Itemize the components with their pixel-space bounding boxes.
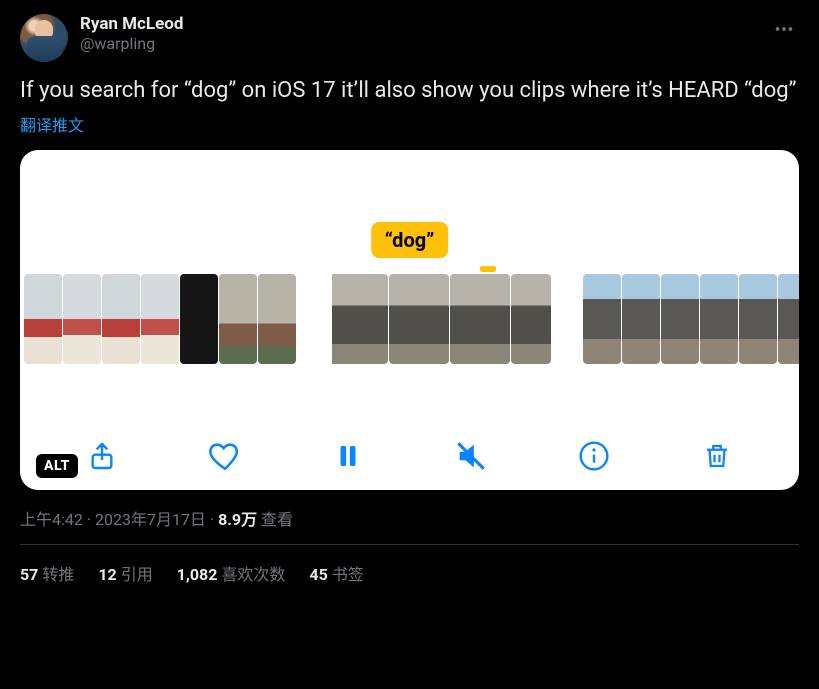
- mute-icon: [454, 439, 488, 473]
- timeline-frame: [219, 274, 257, 364]
- tweet-text: If you search for “dog” on iOS 17 it’ll …: [20, 76, 799, 106]
- stat-quotes[interactable]: 12引用: [98, 561, 152, 585]
- clip-strip[interactable]: [328, 274, 551, 366]
- author-block[interactable]: Ryan McLeod @warpling: [80, 14, 183, 53]
- timestamp: 上午4:42: [20, 510, 83, 529]
- more-icon: [773, 18, 795, 40]
- views-count: 8.9万: [218, 510, 257, 529]
- clip-strip[interactable]: [583, 274, 799, 366]
- avatar[interactable]: [20, 14, 68, 62]
- timeline-frame: [63, 274, 101, 364]
- mute-button[interactable]: [451, 436, 491, 476]
- date: 2023年7月17日: [95, 510, 206, 529]
- tweet-meta[interactable]: 上午4:42 · 2023年7月17日 · 8.9万 查看: [20, 506, 799, 530]
- share-button[interactable]: [82, 436, 122, 476]
- clip-strip[interactable]: [24, 274, 296, 366]
- info-button[interactable]: [574, 436, 614, 476]
- timeline-frame: [661, 274, 699, 364]
- timeline-frame: [258, 274, 296, 364]
- heart-icon: [208, 439, 242, 473]
- more-button[interactable]: [769, 14, 799, 44]
- pause-button[interactable]: [328, 436, 368, 476]
- views-label: 查看: [257, 510, 293, 529]
- translate-link[interactable]: 翻译推文: [20, 112, 84, 136]
- like-button[interactable]: [205, 436, 245, 476]
- timeline-frame: [328, 274, 388, 364]
- caption-pill: “dog”: [371, 222, 449, 258]
- timeline-frame: [180, 274, 218, 364]
- video-timeline[interactable]: [20, 274, 799, 366]
- share-icon: [86, 440, 118, 472]
- timeline-frame: [389, 274, 449, 364]
- timeline-frame: [583, 274, 621, 364]
- display-name: Ryan McLeod: [80, 14, 183, 34]
- stat-retweets[interactable]: 57转推: [20, 561, 74, 585]
- stats-row: 57转推 12引用 1,082喜欢次数 45书签: [20, 545, 799, 585]
- tweet-header: Ryan McLeod @warpling: [20, 14, 799, 62]
- timeline-frame: [700, 274, 738, 364]
- media-card[interactable]: “dog”: [20, 150, 799, 490]
- timeline-frame: [102, 274, 140, 364]
- timeline-frame: [739, 274, 777, 364]
- timeline-frame: [141, 274, 179, 364]
- timeline-frame: [450, 274, 510, 364]
- tweet-container: Ryan McLeod @warpling If you search for …: [0, 0, 819, 585]
- timeline-frame: [622, 274, 660, 364]
- pause-icon: [333, 441, 363, 471]
- stat-bookmarks[interactable]: 45书签: [309, 561, 363, 585]
- trash-icon: [702, 441, 732, 471]
- info-icon: [578, 440, 610, 472]
- handle: @warpling: [80, 34, 183, 53]
- alt-badge[interactable]: ALT: [36, 454, 78, 478]
- playhead-marker: [480, 266, 496, 272]
- timeline-frame: [24, 274, 62, 364]
- media-toolbar: [20, 436, 799, 476]
- timeline-frame: [511, 274, 551, 364]
- timeline-frame: [778, 274, 799, 364]
- stat-likes[interactable]: 1,082喜欢次数: [177, 561, 286, 585]
- delete-button[interactable]: [697, 436, 737, 476]
